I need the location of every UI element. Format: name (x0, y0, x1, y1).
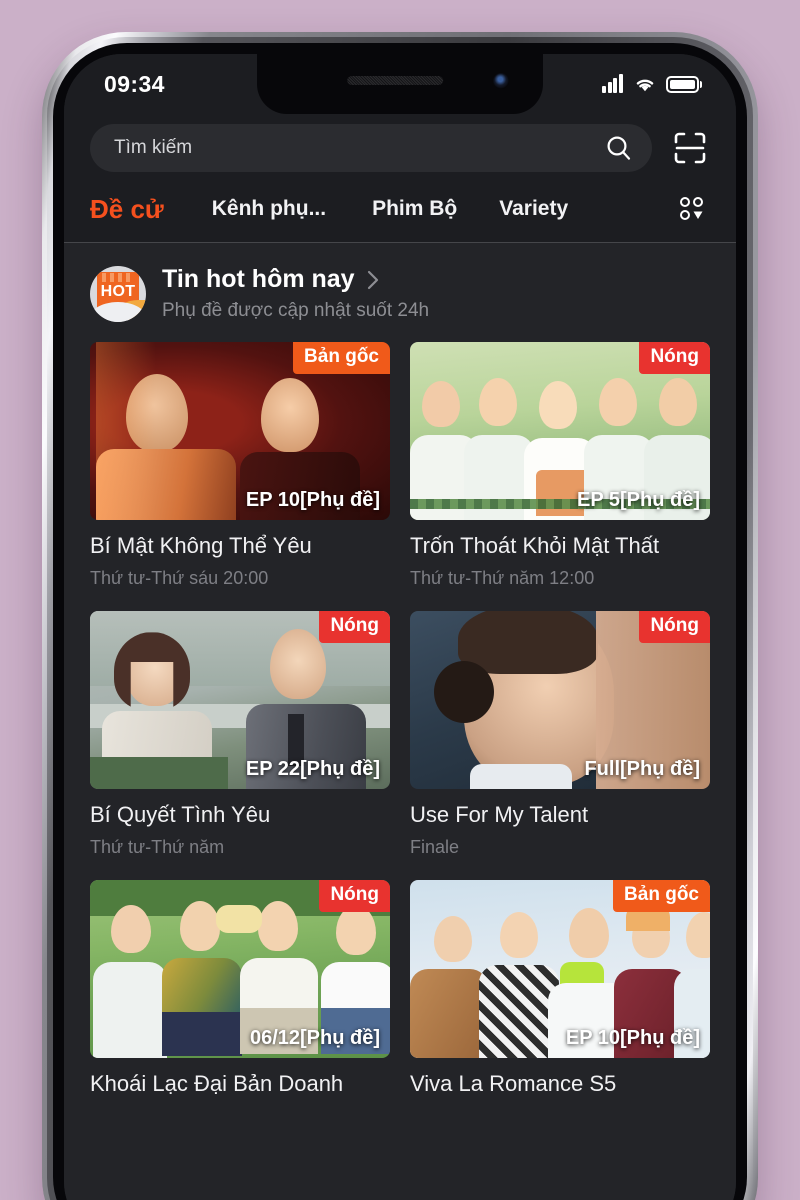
show-card[interactable]: Nóng EP 22[Phụ đề] Bí Quyết Tình Yêu Thứ… (90, 611, 390, 858)
scan-qr-icon[interactable] (670, 128, 710, 168)
tab-variety[interactable]: Variety (499, 197, 568, 221)
chevron-right-icon[interactable] (365, 269, 381, 291)
show-thumbnail[interactable]: Nóng EP 22[Phụ đề] (90, 611, 390, 789)
section-title: Tin hot hôm nay (162, 265, 355, 293)
hot-badge-text: HOT (100, 282, 136, 300)
show-schedule: Finale (410, 837, 460, 857)
hot-badge-icon: HOT (90, 265, 146, 322)
status-icons (602, 74, 702, 93)
episode-label: EP 22[Phụ đề] (245, 758, 380, 780)
show-title: Khoái Lạc Đại Bản Doanh (90, 1071, 344, 1096)
content-area: HOT Tin hot hôm nay Phụ đề được cập nhật… (64, 243, 736, 1200)
show-title: Viva La Romance S5 (410, 1071, 617, 1096)
show-schedule: Thứ tư-Thứ năm 12:00 (410, 568, 595, 588)
tab-phim-bo[interactable]: Phim Bộ (372, 197, 457, 221)
status-badge: Bản gốc (613, 880, 710, 912)
status-badge: Nóng (639, 611, 710, 643)
phone-device-frame: 09:34 Tìm kiếm Đề cử Kênh phụ... Phim Bộ… (42, 32, 758, 1200)
category-grid-icon[interactable] (676, 192, 710, 226)
section-subtitle: Phụ đề được cập nhật suốt 24h (162, 300, 430, 321)
section-title-row: Tin hot hôm nay (162, 265, 429, 294)
show-thumbnail[interactable]: Bản gốc EP 10[Phụ đề] (410, 880, 710, 1058)
section-header-tin-hot[interactable]: HOT Tin hot hôm nay Phụ đề được cập nhật… (64, 243, 736, 342)
front-camera-icon (493, 73, 509, 89)
battery-full-icon (666, 75, 702, 93)
cellular-signal-icon (602, 74, 624, 93)
device-notch (257, 54, 543, 114)
episode-label: EP 10[Phụ đề] (245, 489, 380, 511)
search-input[interactable]: Tìm kiếm (90, 124, 652, 172)
show-card[interactable]: Bản gốc EP 10[Phụ đề] Bí Mật Không Thể Y… (90, 342, 390, 589)
episode-label: EP 5[Phụ đề] (577, 489, 700, 511)
episode-label: 06/12[Phụ đề] (249, 1027, 380, 1049)
episode-label: Full[Phụ đề] (584, 758, 700, 780)
show-title: Bí Mật Không Thể Yêu (90, 533, 312, 558)
search-row: Tìm kiếm (64, 114, 736, 186)
show-thumbnail[interactable]: Nóng 06/12[Phụ đề] (90, 880, 390, 1058)
show-title: Use For My Talent (410, 802, 589, 827)
episode-label: EP 10[Phụ đề] (565, 1027, 700, 1049)
show-title: Bí Quyết Tình Yêu (90, 802, 271, 827)
show-card[interactable]: Nóng EP 5[Phụ đề] Trốn Thoát Khỏi Mật Th… (410, 342, 710, 589)
card-grid: Bản gốc EP 10[Phụ đề] Bí Mật Không Thể Y… (64, 342, 736, 1106)
tab-kenh-phu[interactable]: Kênh phụ... (212, 197, 326, 221)
status-badge: Bản gốc (293, 342, 390, 374)
show-thumbnail[interactable]: Nóng Full[Phụ đề] (410, 611, 710, 789)
show-thumbnail[interactable]: Bản gốc EP 10[Phụ đề] (90, 342, 390, 520)
tab-bar: Đề cử Kênh phụ... Phim Bộ Variety (64, 186, 736, 243)
show-card[interactable]: Nóng Full[Phụ đề] Use For My Talent Fina… (410, 611, 710, 858)
search-icon[interactable] (604, 133, 634, 163)
wifi-icon (633, 75, 657, 93)
show-card[interactable]: Bản gốc EP 10[Phụ đề] Viva La Romance S5 (410, 880, 710, 1106)
status-badge: Nóng (319, 880, 390, 912)
search-placeholder: Tìm kiếm (114, 137, 193, 158)
show-title: Trốn Thoát Khỏi Mật Thất (410, 533, 660, 558)
status-time: 09:34 (104, 70, 165, 97)
tab-de-cu[interactable]: Đề cử (90, 194, 164, 225)
phone-screen: 09:34 Tìm kiếm Đề cử Kênh phụ... Phim Bộ… (64, 54, 736, 1200)
status-badge: Nóng (639, 342, 710, 374)
status-badge: Nóng (319, 611, 390, 643)
section-header-text: Tin hot hôm nay Phụ đề được cập nhật suố… (162, 265, 429, 322)
show-card[interactable]: Nóng 06/12[Phụ đề] Khoái Lạc Đại Bản Doa… (90, 880, 390, 1106)
show-thumbnail[interactable]: Nóng EP 5[Phụ đề] (410, 342, 710, 520)
show-schedule: Thứ tư-Thứ sáu 20:00 (90, 568, 269, 588)
earpiece-speaker-icon (347, 76, 444, 85)
show-schedule: Thứ tư-Thứ năm (90, 837, 225, 857)
